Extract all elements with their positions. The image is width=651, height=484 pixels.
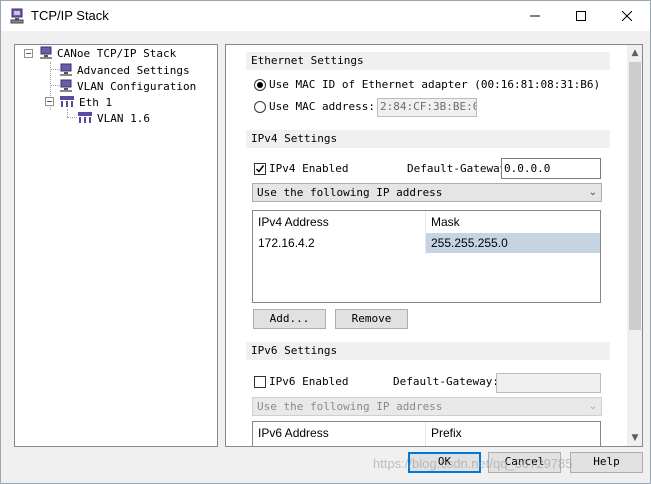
network-adapter-icon [60,96,74,107]
ipv6-gateway-input[interactable] [496,373,601,393]
add-address-button[interactable]: Add... [253,309,326,329]
minimize-button[interactable] [512,1,558,31]
close-button[interactable] [604,1,650,31]
computer-icon [60,63,72,76]
ipv4-address-table[interactable]: IPv4 Address Mask 172.16.4.2 255.255.255… [252,210,601,303]
use-mac-address-label: Use MAC address: [269,100,375,113]
checkmark-icon [255,165,265,173]
tree-item-label: Advanced Settings [77,63,190,77]
mask-cell[interactable]: 255.255.255.0 [426,233,600,253]
ipv4-enabled-label: IPv4 Enabled [269,162,349,175]
minimize-icon [530,15,540,17]
computer-icon [60,79,72,92]
ipv6-address-column-header[interactable]: IPv6 Address [253,422,425,444]
use-adapter-mac-label: Use MAC ID of Ethernet adapter (00:16:81… [269,78,601,91]
help-button[interactable]: Help [570,452,643,473]
ipv4-mode-select[interactable]: Use the following IP address ⌄ [252,183,602,202]
tree-item-label: Eth 1 [79,95,113,109]
ipv4-address-cell[interactable]: 172.16.4.2 [253,233,425,253]
mac-address-field[interactable]: 2:84:CF:3B:BE:00 [377,98,477,117]
chevron-down-icon: ⌄ [588,401,597,412]
dialog-window: TCP/IP Stack − CANoe TCP/IP Stack Advanc… [0,0,651,484]
tree-item-label: VLAN 1.6 [97,111,150,125]
title-bar[interactable]: TCP/IP Stack [1,1,650,31]
cancel-button[interactable]: Cancel [488,452,561,473]
ipv6-enabled-label: IPv6 Enabled [269,375,349,388]
settings-panel[interactable]: Ethernet Settings Use MAC ID of Ethernet… [225,44,643,447]
scrollbar-thumb[interactable] [629,62,641,330]
tree-connector [67,117,77,118]
use-adapter-mac-radio[interactable] [254,79,266,91]
tree-item-label: VLAN Configuration [77,79,197,93]
collapse-toggle[interactable]: − [24,49,33,58]
ipv4-enabled-checkbox[interactable] [254,163,266,175]
collapse-toggle[interactable]: − [45,97,54,106]
remove-address-button[interactable]: Remove [335,309,408,329]
ok-button[interactable]: OK [408,452,481,473]
ipv4-settings-header: IPv4 Settings [246,130,610,148]
tree-item-root[interactable]: CANoe TCP/IP Stack [39,45,176,61]
tree-item-vlan-configuration[interactable]: VLAN Configuration [59,78,196,94]
ipv6-enabled-checkbox[interactable] [254,376,266,388]
scroll-down-icon[interactable]: ▼ [627,430,642,446]
ipv4-gateway-input[interactable]: 0.0.0.0 [501,158,601,179]
maximize-icon [576,11,586,21]
tree-item-vlan-1-6[interactable]: VLAN 1.6 [77,110,150,126]
ipv4-mode-value: Use the following IP address [257,186,443,199]
network-stack-icon [10,8,24,24]
mask-column-header[interactable]: Mask [426,211,600,233]
ipv6-settings-header: IPv6 Settings [246,342,610,360]
ipv6-gateway-label: Default-Gateway: [393,375,499,388]
maximize-button[interactable] [558,1,604,31]
scroll-up-icon[interactable]: ▲ [627,45,642,61]
ethernet-settings-header: Ethernet Settings [246,52,610,70]
window-title: TCP/IP Stack [31,8,109,23]
use-mac-address-radio[interactable] [254,101,266,113]
ipv4-gateway-label: Default-Gateway: [407,162,513,175]
tree-item-advanced-settings[interactable]: Advanced Settings [59,62,190,78]
network-adapter-icon [78,112,92,123]
computer-icon [40,46,52,59]
config-tree[interactable]: − CANoe TCP/IP Stack Advanced Settings V… [14,44,218,447]
ipv4-address-column-header[interactable]: IPv4 Address [253,211,425,233]
ipv6-address-table[interactable]: IPv6 Address Prefix [252,421,601,446]
panel-scrollbar[interactable]: ▲ ▼ [627,45,642,446]
ipv6-mode-select[interactable]: Use the following IP address ⌄ [252,397,602,416]
ipv6-mode-value: Use the following IP address [257,400,443,413]
prefix-column-header[interactable]: Prefix [426,422,600,444]
close-icon [622,11,632,21]
tree-item-label: CANoe TCP/IP Stack [57,46,177,60]
chevron-down-icon: ⌄ [588,187,597,198]
tree-item-eth-1[interactable]: Eth 1 [59,94,112,110]
tree-connector [67,109,68,117]
